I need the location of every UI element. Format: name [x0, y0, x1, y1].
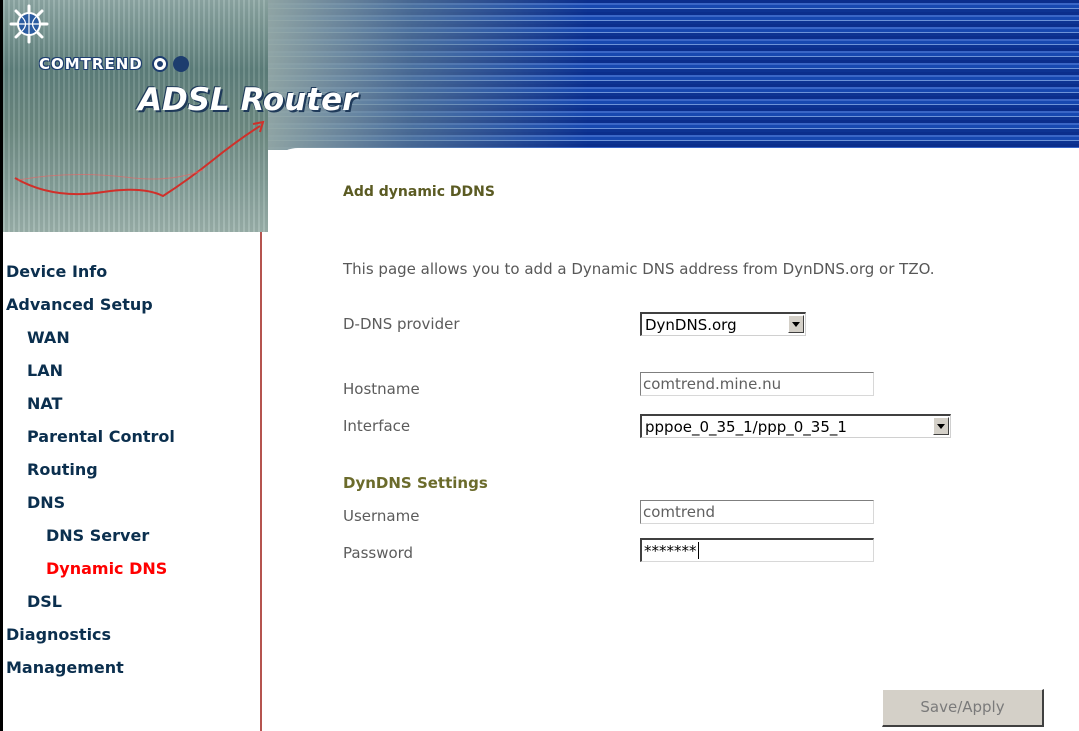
sidebar-item-dns[interactable]: DNS: [27, 493, 65, 512]
save-apply-button[interactable]: Save/Apply: [882, 689, 1044, 727]
hostname-input-value: comtrend.mine.nu: [643, 375, 782, 393]
sidebar-item-lan[interactable]: LAN: [27, 361, 63, 380]
provider-select-value: DynDNS.org: [645, 316, 737, 334]
text-caret: [697, 542, 699, 559]
sidebar-item-parental-control[interactable]: Parental Control: [27, 427, 175, 446]
product-title: ADSL Router: [138, 82, 358, 118]
page-description: This page allows you to add a Dynamic DN…: [343, 260, 935, 278]
brand-dots-icon: [152, 56, 189, 72]
globe-logo-icon: [9, 4, 49, 44]
password-label: Password: [343, 544, 414, 562]
router-page: COMTREND ADSL Router Device Info Advance…: [0, 0, 1079, 731]
sidebar-item-management[interactable]: Management: [6, 658, 124, 677]
header-banner: COMTREND ADSL Router: [3, 0, 1079, 232]
provider-select[interactable]: DynDNS.org: [640, 312, 806, 336]
sidebar-item-advanced-setup[interactable]: Advanced Setup: [6, 295, 153, 314]
chevron-down-icon[interactable]: [788, 315, 804, 333]
provider-label: D-DNS provider: [343, 315, 460, 333]
sidebar-item-wan[interactable]: WAN: [27, 328, 70, 347]
dyndns-settings-heading: DynDNS Settings: [343, 474, 488, 492]
hostname-label: Hostname: [343, 380, 420, 398]
username-input-value: comtrend: [643, 503, 716, 521]
sidebar-divider: [260, 232, 262, 731]
sidebar-item-device-info[interactable]: Device Info: [6, 262, 107, 281]
signal-arrow-icon: [14, 120, 265, 198]
sidebar-item-nat[interactable]: NAT: [27, 394, 62, 413]
page-title: Add dynamic DDNS: [343, 184, 495, 200]
interface-label: Interface: [343, 417, 411, 435]
interface-select-value: pppoe_0_35_1/ppp_0_35_1: [645, 418, 847, 436]
sidebar-item-routing[interactable]: Routing: [27, 460, 98, 479]
sidebar-item-dsl[interactable]: DSL: [27, 592, 62, 611]
password-input[interactable]: *******: [640, 538, 874, 562]
username-input[interactable]: comtrend: [640, 500, 874, 524]
sidebar-item-dynamic-dns[interactable]: Dynamic DNS: [46, 559, 167, 578]
brand-logo-text: COMTREND: [39, 55, 143, 73]
username-label: Username: [343, 507, 420, 525]
sidebar-item-dns-server[interactable]: DNS Server: [46, 526, 149, 545]
chevron-down-icon[interactable]: [933, 417, 949, 435]
hostname-input[interactable]: comtrend.mine.nu: [640, 372, 874, 396]
password-input-value: *******: [644, 542, 697, 560]
banner-stripes: [268, 0, 1079, 150]
sidebar-item-diagnostics[interactable]: Diagnostics: [6, 625, 111, 644]
interface-select[interactable]: pppoe_0_35_1/ppp_0_35_1: [640, 414, 951, 438]
